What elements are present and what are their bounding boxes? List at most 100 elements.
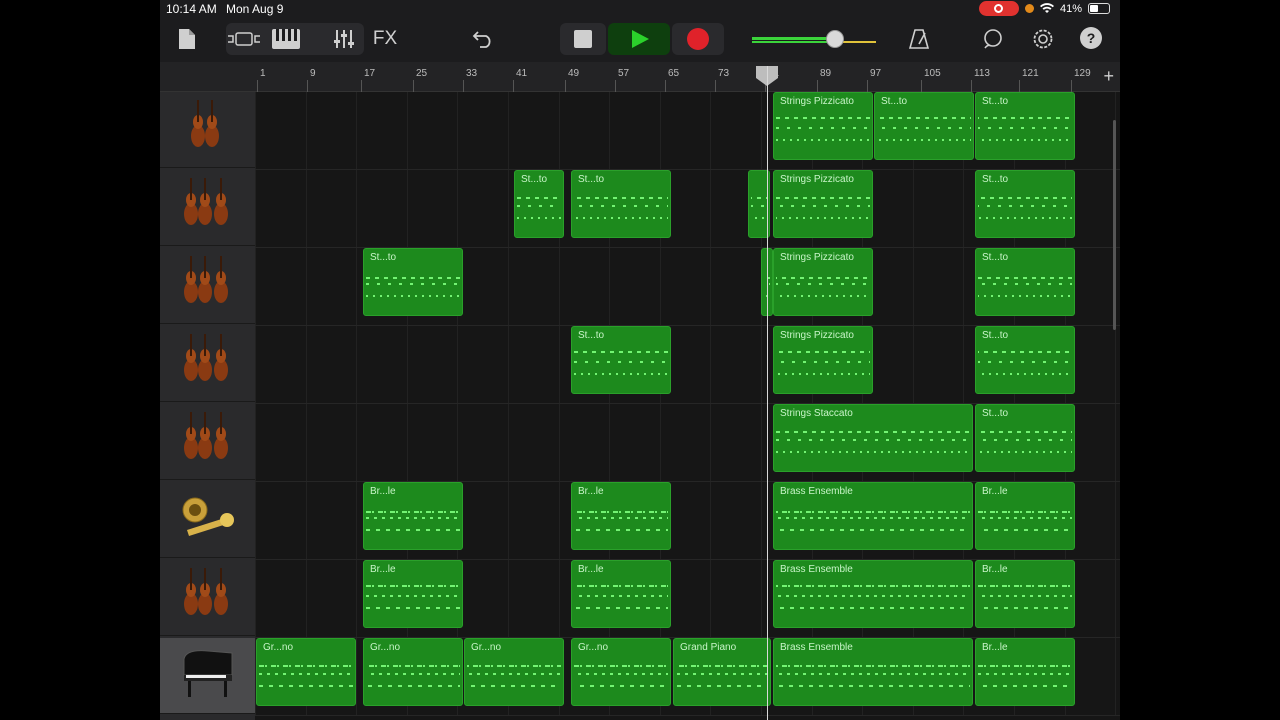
track-row-2[interactable]: St...to St...to Strings Pizzicato St...to bbox=[255, 170, 1120, 248]
region-label: Br...le bbox=[982, 564, 1008, 575]
grid-line bbox=[356, 170, 358, 247]
ruler-line bbox=[565, 80, 566, 92]
region-label: Br...le bbox=[370, 486, 396, 497]
midi-region[interactable]: Strings Pizzicato bbox=[773, 92, 873, 160]
midi-region[interactable]: Brass Ensemble bbox=[773, 638, 973, 706]
midi-region[interactable]: St...to bbox=[571, 326, 671, 394]
midi-region[interactable]: Brass Ensemble bbox=[773, 482, 973, 550]
midi-region[interactable]: Br...le bbox=[975, 638, 1075, 706]
metronome-button[interactable] bbox=[906, 26, 932, 52]
midi-region[interactable]: Brass Ensemble bbox=[773, 560, 973, 628]
track-header-8[interactable] bbox=[160, 638, 255, 714]
midi-region[interactable]: St...to bbox=[975, 248, 1075, 316]
track-header-2[interactable] bbox=[160, 170, 255, 246]
midi-region[interactable]: Br...le bbox=[571, 482, 671, 550]
volume-knob[interactable] bbox=[826, 30, 844, 48]
grid-line bbox=[710, 482, 712, 559]
ruler-tick-25: 25 bbox=[416, 68, 428, 79]
midi-region[interactable]: Strings Staccato bbox=[773, 404, 973, 472]
fx-button[interactable]: FX bbox=[366, 26, 404, 52]
track-header-5[interactable] bbox=[160, 404, 255, 480]
playhead[interactable] bbox=[767, 66, 768, 720]
midi-region[interactable]: Br...le bbox=[975, 560, 1075, 628]
midi-region[interactable]: St...to bbox=[975, 326, 1075, 394]
midi-region[interactable]: St...to bbox=[514, 170, 564, 238]
undo-button[interactable] bbox=[468, 26, 498, 52]
grid-line bbox=[255, 560, 256, 637]
strings-icon bbox=[177, 174, 239, 241]
ruler-line bbox=[257, 80, 258, 92]
track-header-1[interactable] bbox=[160, 92, 255, 168]
region-label: Gr...no bbox=[370, 642, 401, 653]
track-row-6[interactable]: Br...le Br...le Brass Ensemble Br...le bbox=[255, 482, 1120, 560]
grid-line bbox=[558, 482, 560, 559]
track-header-3[interactable] bbox=[160, 248, 255, 324]
record-button[interactable] bbox=[672, 23, 724, 55]
grid-line bbox=[1115, 326, 1117, 403]
midi-region[interactable]: Br...le bbox=[975, 482, 1075, 550]
track-row-5[interactable]: Strings Staccato St...to bbox=[255, 404, 1120, 482]
midi-region[interactable]: St...to bbox=[874, 92, 974, 160]
region-label: St...to bbox=[982, 174, 1009, 185]
midi-region[interactable]: Br...le bbox=[571, 560, 671, 628]
vertical-scrollbar[interactable] bbox=[1113, 120, 1116, 330]
midi-region[interactable]: Strings Pizzicato bbox=[773, 326, 873, 394]
grid-line bbox=[912, 170, 914, 247]
screen-recording-indicator bbox=[978, 1, 1019, 16]
grid-line bbox=[710, 326, 712, 403]
midi-region[interactable]: St...to bbox=[571, 170, 671, 238]
master-volume-slider[interactable] bbox=[752, 30, 876, 48]
status-date: Mon Aug 9 bbox=[226, 2, 284, 16]
my-songs-button[interactable] bbox=[174, 26, 200, 52]
status-bar: 10:14 AM Mon Aug 9 41% bbox=[160, 0, 1120, 18]
track-row-1[interactable]: Strings Pizzicato St...to St...to bbox=[255, 92, 1120, 170]
track-row-7[interactable]: Br...le Br...le Brass Ensemble Br...le bbox=[255, 560, 1120, 638]
midi-region[interactable]: Br...le bbox=[363, 482, 463, 550]
midi-notes bbox=[978, 111, 1072, 155]
midi-region[interactable]: Br...le bbox=[363, 560, 463, 628]
grid-line bbox=[609, 92, 611, 169]
loop-browser-button[interactable] bbox=[980, 26, 1006, 52]
midi-region[interactable]: Gr...no bbox=[256, 638, 356, 706]
location-icon bbox=[1024, 4, 1034, 13]
add-section-button[interactable]: + bbox=[1103, 66, 1114, 87]
grid-line bbox=[558, 560, 560, 637]
midi-region[interactable]: Grand Piano bbox=[673, 638, 771, 706]
grid-line bbox=[305, 170, 307, 247]
midi-region[interactable]: Strings Pizzicato bbox=[773, 248, 873, 316]
region-label: Br...le bbox=[370, 564, 396, 575]
track-header-4[interactable] bbox=[160, 326, 255, 402]
grid-line bbox=[508, 482, 509, 559]
midi-region[interactable]: Gr...no bbox=[571, 638, 671, 706]
violin-icon bbox=[180, 96, 236, 163]
grid-line bbox=[356, 248, 358, 325]
track-row-4[interactable]: St...to Strings Pizzicato St...to bbox=[255, 326, 1120, 404]
region-label: St...to bbox=[578, 174, 605, 185]
settings-button[interactable] bbox=[1030, 26, 1056, 52]
midi-notes bbox=[574, 345, 668, 389]
midi-region[interactable]: Gr...no bbox=[363, 638, 463, 706]
timeline-ruler[interactable]: 191725334149576573818997105113121129 + bbox=[160, 62, 1120, 92]
midi-region[interactable]: Strings Pizzicato bbox=[773, 170, 873, 238]
grid-line bbox=[963, 326, 965, 403]
ruler-line bbox=[307, 80, 308, 92]
tracks-area[interactable]: Strings Pizzicato St...to St...to St...to St… bbox=[255, 92, 1120, 720]
region-label: Strings Pizzicato bbox=[780, 96, 854, 107]
midi-region[interactable]: St...to bbox=[975, 92, 1075, 160]
keyboard-button[interactable] bbox=[268, 26, 304, 52]
midi-region[interactable]: St...to bbox=[363, 248, 463, 316]
midi-region[interactable]: St...to bbox=[975, 404, 1075, 472]
track-header-7[interactable] bbox=[160, 560, 255, 636]
midi-region[interactable]: Gr...no bbox=[464, 638, 564, 706]
midi-notes bbox=[877, 111, 971, 155]
grid-line bbox=[659, 92, 661, 169]
help-button[interactable]: ? bbox=[1080, 27, 1102, 49]
play-button[interactable] bbox=[608, 23, 670, 55]
stop-button[interactable] bbox=[560, 23, 606, 55]
track-row-3[interactable]: St...to Strings Pizzicato St...to bbox=[255, 248, 1120, 326]
tracks-view-button[interactable] bbox=[226, 26, 262, 52]
midi-region[interactable]: St...to bbox=[975, 170, 1075, 238]
track-header-6[interactable] bbox=[160, 482, 255, 558]
track-row-8[interactable]: Gr...no Gr...no Gr...no Gr...no Grand Piano B… bbox=[255, 638, 1120, 716]
mixer-button[interactable] bbox=[326, 26, 362, 52]
